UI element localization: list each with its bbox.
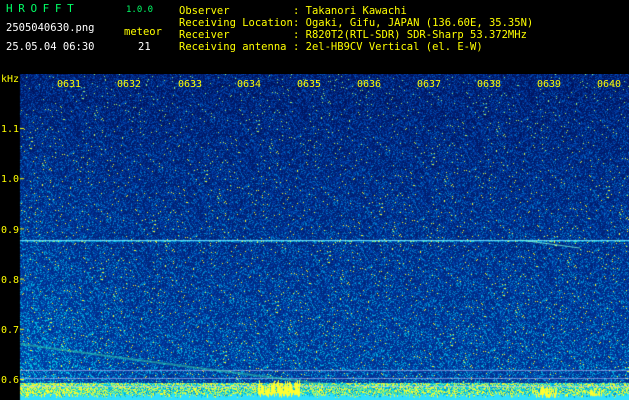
time-tick: 0637 <box>417 79 442 90</box>
antenna-value: : 2el-HB9CV Vertical (el. E-W) <box>293 41 483 53</box>
header-panel: HROFFT 1.0.0 2505040630.png meteor 25.05… <box>0 0 629 74</box>
freq-tick: 0.8 <box>1 275 20 286</box>
freq-tick: 0.6 <box>1 375 20 386</box>
time-tick: 0640 <box>597 79 622 90</box>
time-tick: 0635 <box>297 79 322 90</box>
time-tick: 0632 <box>117 79 142 90</box>
freq-tick: 1.0 <box>1 174 20 185</box>
freq-tick: 0.7 <box>1 325 20 336</box>
app-version: 1.0.0 <box>126 5 154 15</box>
antenna-label: Receiving antenna <box>179 41 287 53</box>
time-tick: 0633 <box>178 79 203 90</box>
location-value: : Ogaki, Gifu, JAPAN (136.60E, 35.35N) <box>293 17 534 29</box>
time-tick: 0634 <box>237 79 262 90</box>
time-tick: 0636 <box>357 79 382 90</box>
location-label: Receiving Location <box>179 17 293 29</box>
freq-tick: 1.1 <box>1 124 20 135</box>
meteor-count: 21 <box>138 41 151 53</box>
file-name: 2505040630.png <box>6 22 95 34</box>
freq-tick: 0.9 <box>1 225 20 236</box>
app-logo: HROFFT <box>6 2 80 15</box>
receiver-value: : R820T2(RTL-SDR) SDR-Sharp 53.372MHz <box>293 29 527 41</box>
meteor-label: meteor <box>124 26 162 38</box>
time-tick: 0631 <box>57 79 82 90</box>
time-tick: 0638 <box>477 79 502 90</box>
datetime: 25.05.04 06:30 <box>6 41 95 53</box>
observer-value: : Takanori Kawachi <box>293 5 407 17</box>
spectrogram-canvas[interactable] <box>0 74 629 400</box>
observer-label: Observer <box>179 5 230 17</box>
receiver-label: Receiver <box>179 29 230 41</box>
freq-unit-label: kHz <box>1 74 20 85</box>
time-tick: 0639 <box>537 79 562 90</box>
